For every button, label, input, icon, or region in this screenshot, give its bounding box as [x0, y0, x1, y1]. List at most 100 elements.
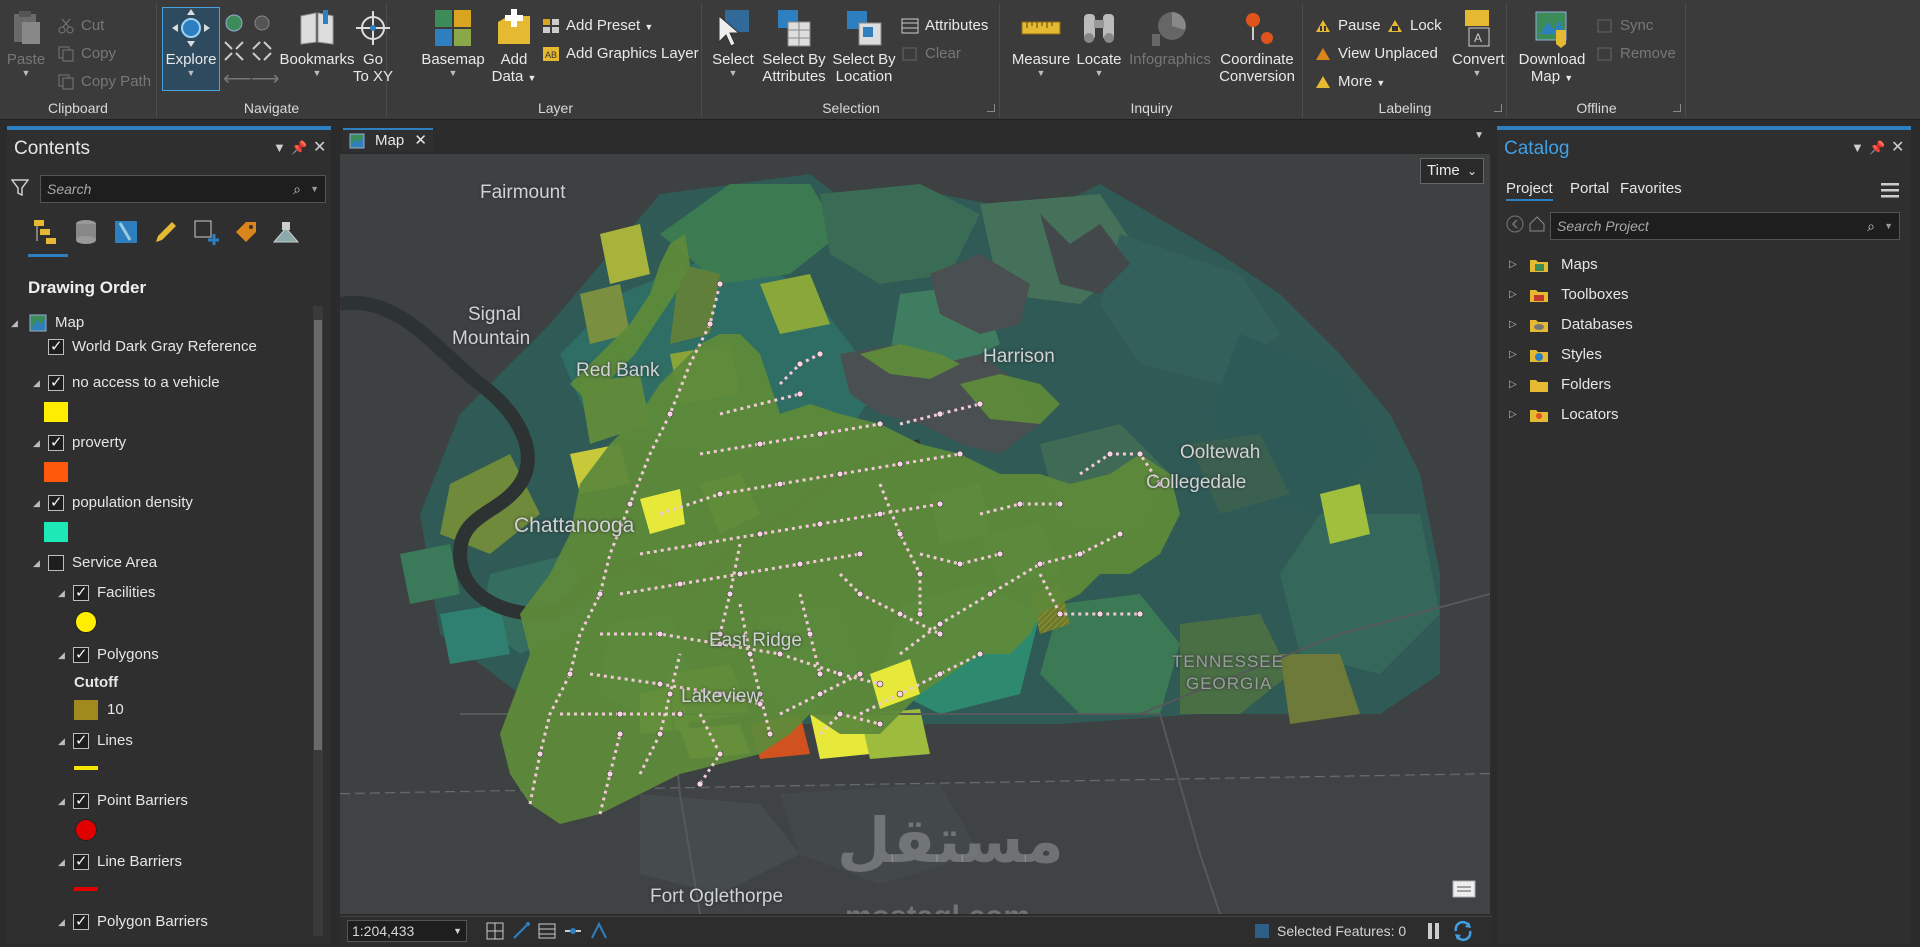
- expand-styles-icon[interactable]: ▷: [1509, 344, 1517, 366]
- contents-menu-icon[interactable]: ▼: [273, 140, 286, 155]
- catalog-search-dropdown-icon[interactable]: ▼: [1884, 213, 1893, 239]
- attributes-button[interactable]: Attributes: [899, 14, 988, 38]
- close-map-tab-icon[interactable]: ✕: [414, 130, 427, 152]
- proverty-symbol[interactable]: [44, 462, 68, 482]
- select-by-location-button[interactable]: Select By Location: [831, 8, 897, 85]
- line-barriers-checkbox[interactable]: [73, 851, 89, 873]
- pause-labeling-button[interactable]: Pause: [1312, 14, 1381, 38]
- selected-features-count[interactable]: Selected Features: 0: [1277, 923, 1406, 939]
- catalog-hamburger-icon[interactable]: [1881, 182, 1899, 198]
- catalog-item-maps[interactable]: ▷ Maps: [1507, 254, 1598, 276]
- bookmarks-button[interactable]: Bookmarks ▼: [279, 8, 355, 78]
- download-map-button[interactable]: Download Map ▼: [1514, 8, 1590, 87]
- expand-no-access-icon[interactable]: ◢: [33, 372, 40, 394]
- filter-icon[interactable]: [10, 178, 30, 197]
- catalog-search-icon[interactable]: ⌕: [1867, 213, 1875, 239]
- world-dark-gray-checkbox[interactable]: [48, 336, 64, 358]
- line-barriers-symbol[interactable]: [74, 887, 98, 891]
- contents-close-icon[interactable]: ✕: [313, 137, 326, 157]
- no-access-symbol[interactable]: [44, 402, 68, 422]
- zoom-out-icon[interactable]: [251, 40, 273, 62]
- copy-button[interactable]: Copy: [55, 42, 116, 66]
- catalog-menu-icon[interactable]: ▼: [1851, 140, 1864, 155]
- proverty-checkbox[interactable]: [48, 432, 64, 454]
- fixed-zoom-icon[interactable]: [251, 12, 273, 34]
- refresh-icon[interactable]: [1452, 920, 1474, 942]
- catalog-close-icon[interactable]: ✕: [1891, 137, 1904, 157]
- catalog-home-icon[interactable]: [1527, 214, 1547, 234]
- catalog-tab-favorites[interactable]: Favorites: [1620, 180, 1682, 197]
- more-labeling-button[interactable]: More ▼: [1312, 70, 1385, 94]
- table-icon[interactable]: [538, 922, 556, 940]
- lines-checkbox[interactable]: [73, 730, 89, 752]
- clear-selection-button[interactable]: Clear: [899, 42, 961, 66]
- snapping-icon[interactable]: [512, 922, 530, 940]
- list-by-labeling-icon[interactable]: [232, 218, 260, 246]
- expand-databases-icon[interactable]: ▷: [1509, 314, 1517, 336]
- lock-labeling-button[interactable]: Lock: [1384, 14, 1442, 38]
- constraints-icon[interactable]: [564, 922, 582, 940]
- expand-line-barriers-icon[interactable]: ◢: [58, 851, 65, 873]
- catalog-item-styles[interactable]: ▷ Styles: [1507, 344, 1602, 366]
- expand-toolboxes-icon[interactable]: ▷: [1509, 284, 1517, 306]
- convert-button[interactable]: A Convert ▼: [1452, 8, 1505, 78]
- catalog-item-toolboxes[interactable]: ▷ Toolboxes: [1507, 284, 1629, 306]
- cut-button[interactable]: Cut: [55, 14, 104, 38]
- go-to-xy-button[interactable]: Go To XY: [352, 8, 394, 85]
- pause-drawing-icon[interactable]: [1427, 921, 1441, 941]
- expand-maps-icon[interactable]: ▷: [1509, 254, 1517, 276]
- contents-scrollbar-thumb[interactable]: [314, 320, 322, 750]
- remove-button[interactable]: Remove: [1594, 42, 1676, 66]
- full-extent-icon[interactable]: [223, 12, 245, 34]
- grid-icon[interactable]: [486, 922, 504, 940]
- add-graphics-layer-button[interactable]: AB Add Graphics Layer: [540, 42, 699, 66]
- contents-pin-icon[interactable]: 📌: [291, 140, 307, 156]
- catalog-search-input[interactable]: Search Project ⌕ ▼: [1550, 212, 1900, 240]
- sync-button[interactable]: Sync: [1594, 14, 1653, 38]
- search-dropdown-icon[interactable]: ▼: [310, 176, 319, 202]
- catalog-pin-icon[interactable]: 📌: [1869, 140, 1885, 156]
- list-by-drawing-order-icon[interactable]: [32, 218, 60, 246]
- zoom-in-icon[interactable]: [223, 40, 245, 62]
- forward-arrow-icon[interactable]: ⟶: [251, 68, 280, 90]
- paste-button[interactable]: Paste ▼: [6, 8, 46, 78]
- service-area-checkbox[interactable]: [48, 555, 64, 571]
- selection-launcher-icon[interactable]: [987, 104, 995, 112]
- list-by-perspective-imagery-icon[interactable]: [272, 218, 300, 246]
- catalog-item-folders[interactable]: ▷ Folders: [1507, 374, 1611, 396]
- population-density-checkbox[interactable]: [48, 492, 64, 514]
- cutoff-symbol[interactable]: [74, 700, 98, 720]
- expand-polygon-barriers-icon[interactable]: ◢: [58, 911, 65, 933]
- expand-population-density-icon[interactable]: ◢: [33, 492, 40, 514]
- contents-scrollbar[interactable]: [313, 306, 323, 936]
- point-barriers-symbol[interactable]: [75, 819, 97, 841]
- contents-search-input[interactable]: Search ⌕ ▼: [40, 175, 326, 203]
- catalog-item-locators[interactable]: ▷ Locators: [1507, 404, 1619, 426]
- map-canvas[interactable]: Fairmount Signal Mountain Red Bank Harri…: [340, 154, 1490, 914]
- explore-button[interactable]: Explore ▼: [164, 8, 218, 78]
- map-tab[interactable]: Map ✕: [343, 128, 433, 152]
- list-by-editing-icon[interactable]: [152, 218, 180, 246]
- list-by-snapping-icon[interactable]: [192, 218, 220, 246]
- coordinate-conversion-button[interactable]: Coordinate Conversion: [1217, 8, 1297, 85]
- infographics-button[interactable]: Infographics: [1127, 8, 1213, 68]
- facilities-checkbox[interactable]: [73, 582, 89, 604]
- search-icon[interactable]: ⌕: [293, 176, 301, 202]
- polygons-checkbox[interactable]: [73, 644, 89, 666]
- facilities-symbol[interactable]: [75, 611, 97, 633]
- list-by-source-icon[interactable]: [72, 218, 100, 246]
- map-notes-icon[interactable]: [1452, 878, 1478, 900]
- list-by-selection-icon[interactable]: [112, 218, 140, 246]
- catalog-tab-project[interactable]: Project: [1506, 180, 1553, 201]
- select-by-attributes-button[interactable]: Select By Attributes: [760, 8, 828, 85]
- basemap-button[interactable]: Basemap ▼: [418, 8, 488, 78]
- time-slider-button[interactable]: Time ⌄: [1420, 158, 1484, 184]
- population-density-symbol[interactable]: [44, 522, 68, 542]
- add-preset-button[interactable]: Add Preset ▼: [540, 14, 653, 38]
- expand-proverty-icon[interactable]: ◢: [33, 432, 40, 454]
- no-access-checkbox[interactable]: [48, 372, 64, 394]
- correction-icon[interactable]: [590, 921, 608, 940]
- expand-map-icon[interactable]: ◢: [11, 312, 18, 334]
- add-data-button[interactable]: Add Data ▼: [489, 8, 539, 87]
- select-button[interactable]: Select ▼: [711, 8, 755, 78]
